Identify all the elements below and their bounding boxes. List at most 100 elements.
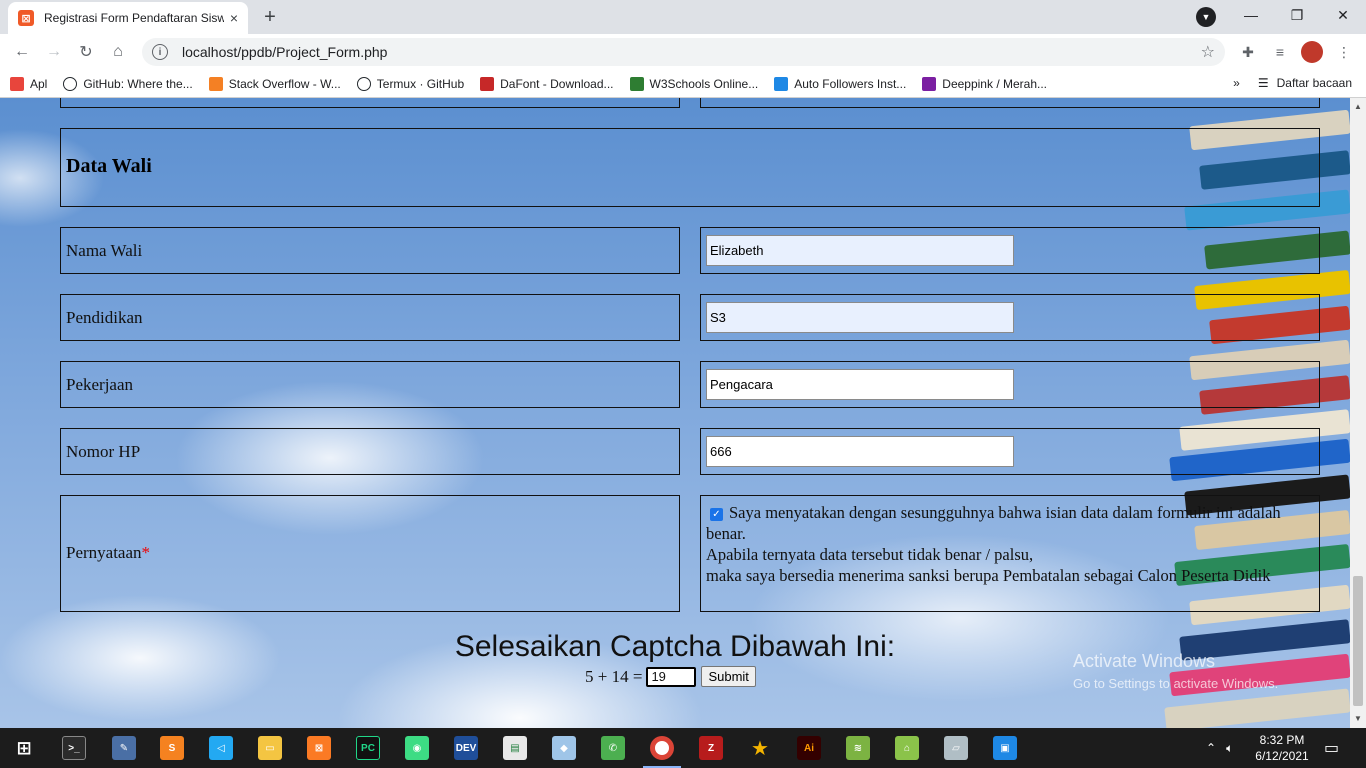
clock-time: 8:32 PM — [1259, 733, 1305, 747]
github-icon — [356, 76, 371, 91]
bookmark-item[interactable]: Stack Overflow - W... — [208, 76, 341, 91]
android-studio-app-icon[interactable]: ◉ — [405, 736, 429, 760]
page-scrollbar[interactable]: ▲ ▼ — [1350, 98, 1366, 728]
phone-app-icon[interactable]: ✆ — [601, 736, 625, 760]
scroll-up-icon[interactable]: ▲ — [1354, 102, 1362, 111]
extensions-icon[interactable]: ✚ — [1236, 40, 1260, 64]
taskbar-clock[interactable]: 8:32 PM 6/12/2021 — [1252, 732, 1312, 764]
file-explorer-app-icon[interactable]: ▭ — [258, 736, 282, 760]
pendidikan-input[interactable] — [706, 302, 1014, 333]
paint-app-icon[interactable]: ✎ — [112, 736, 136, 760]
bookmark-label: GitHub: Where the... — [83, 76, 193, 91]
forward-icon[interactable]: → — [41, 39, 67, 65]
pekerjaan-input-cell — [700, 361, 1320, 408]
media-control-icon[interactable]: ≡ — [1268, 40, 1292, 64]
nomor-hp-input[interactable] — [706, 436, 1014, 467]
close-window-icon[interactable]: ✕ — [1320, 0, 1366, 30]
w3schools-icon — [629, 76, 644, 91]
required-mark: * — [141, 543, 151, 562]
github-icon — [63, 76, 78, 91]
windows-start-icon[interactable]: ⊞ — [12, 736, 36, 760]
section-header-data-wali: Data Wali — [60, 128, 1320, 207]
nama-wali-input[interactable] — [706, 235, 1014, 266]
bookmark-item[interactable]: Auto Followers Inst... — [774, 76, 907, 91]
browser-tab[interactable]: ⊠ Registrasi Form Pendaftaran Siswa × — [8, 2, 248, 34]
terminal-app-icon[interactable]: >_ — [62, 736, 86, 760]
captcha-question: 5 + 14 = — [585, 666, 643, 686]
star-app-icon[interactable]: ★ — [748, 736, 772, 760]
chrome-app-icon[interactable] — [650, 736, 674, 760]
reload-icon[interactable]: ↻ — [73, 39, 99, 65]
menu-kebab-icon[interactable]: ⋮ — [1332, 40, 1356, 64]
pekerjaan-input[interactable] — [706, 369, 1014, 400]
submit-button[interactable]: Submit — [701, 666, 756, 687]
page-viewport: Data Wali Nama Wali Pendidikan Pekerjaan… — [0, 98, 1350, 728]
vscode-app-icon[interactable]: ◁ — [209, 736, 233, 760]
bookmark-item[interactable]: Deeppink / Merah... — [922, 76, 1047, 91]
previous-row-label-cell — [60, 98, 680, 108]
bookmark-item[interactable]: Termux · GitHub — [356, 76, 464, 91]
browser-toolbar: ← → ↻ ⌂ i localhost/ppdb/Project_Form.ph… — [0, 34, 1366, 70]
statement-line-3: maka saya bersedia menerima sanksi berup… — [706, 566, 1271, 585]
back-icon[interactable]: ← — [9, 39, 35, 65]
nama-wali-input-cell — [700, 227, 1320, 274]
apps-grid-icon — [10, 76, 24, 91]
bookmark-item[interactable]: W3Schools Online... — [629, 76, 758, 91]
tablet-app-icon[interactable]: ▱ — [944, 736, 968, 760]
filezilla-app-icon[interactable]: Z — [699, 736, 723, 760]
bookmark-item[interactable]: Apl — [10, 76, 47, 91]
more-bookmarks-icon[interactable]: » — [1233, 76, 1240, 90]
pekerjaan-label-cell: Pekerjaan — [60, 361, 680, 408]
pernyataan-label: Pernyataan* — [66, 543, 150, 563]
tray-chevron-icon[interactable]: ⌃ — [1206, 741, 1216, 755]
bookmark-item[interactable]: GitHub: Where the... — [63, 76, 193, 91]
address-bar[interactable]: i localhost/ppdb/Project_Form.php ☆ — [142, 38, 1225, 66]
virtualbox-app-icon[interactable]: ◆ — [552, 736, 576, 760]
bookmark-item[interactable]: DaFont - Download... — [480, 76, 614, 91]
profile-avatar[interactable] — [1300, 40, 1324, 64]
pendidikan-label: Pendidikan — [66, 308, 143, 327]
sublime-text-app-icon[interactable]: S — [160, 736, 184, 760]
xampp-app-icon[interactable]: ⊠ — [307, 736, 331, 760]
url-text[interactable]: localhost/ppdb/Project_Form.php — [182, 44, 387, 60]
tab-title: Registrasi Form Pendaftaran Siswa — [44, 11, 224, 25]
android-app-icon[interactable]: ⌂ — [895, 736, 919, 760]
pernyataan-label-text: Pernyataan — [66, 543, 142, 562]
bluestacks-app-icon[interactable]: ≋ — [846, 736, 870, 760]
tab-search-icon[interactable]: ▼ — [1196, 7, 1216, 27]
activate-windows-title: Activate Windows — [1073, 651, 1216, 671]
scroll-thumb[interactable] — [1353, 576, 1363, 706]
pycharm-app-icon[interactable]: PC — [356, 736, 380, 760]
bookmark-star-icon[interactable]: ☆ — [1201, 42, 1215, 62]
volume-icon[interactable]: 🔈︎ — [1226, 741, 1233, 756]
scroll-down-icon[interactable]: ▼ — [1354, 714, 1362, 723]
system-tray: ⌃ 🔈︎ — [1206, 728, 1233, 768]
captcha-answer-input[interactable]: 19 — [646, 666, 697, 687]
bookmark-label: Deeppink / Merah... — [942, 76, 1047, 91]
site-info-icon[interactable]: i — [152, 44, 168, 60]
reading-list-icon[interactable]: ☰ — [1258, 76, 1269, 90]
activate-windows-watermark: Activate Windows Go to Settings to activ… — [1073, 651, 1278, 691]
home-icon[interactable]: ⌂ — [105, 39, 131, 65]
notepad-app-icon[interactable]: ▤ — [503, 736, 527, 760]
pernyataan-content-cell: ✓ Saya menyatakan dengan sesungguhnya bah… — [700, 495, 1320, 612]
statement-text: ✓ Saya menyatakan dengan sesungguhnya bah… — [706, 502, 1296, 586]
windows-taskbar: ⊞ >_ ✎ S ◁ ▭ ⊠ PC ◉ DEV ▤ ◆ ✆ Z ★ Ai ≋ ⌂… — [0, 728, 1366, 768]
new-tab-button[interactable]: + — [256, 5, 284, 29]
nama-wali-label: Nama Wali — [66, 241, 143, 260]
devcpp-app-icon[interactable]: DEV — [454, 736, 478, 760]
minimize-icon[interactable]: — — [1228, 0, 1274, 30]
bookmark-label: Auto Followers Inst... — [794, 76, 907, 91]
illustrator-app-icon[interactable]: Ai — [797, 736, 821, 760]
notification-icon[interactable]: ▭ — [1324, 728, 1339, 768]
statement-line-1: Saya menyatakan dengan sesungguhnya bahw… — [706, 503, 1281, 543]
nama-wali-label-cell: Nama Wali — [60, 227, 680, 274]
nomor-hp-label: Nomor HP — [66, 442, 141, 461]
reading-list-label[interactable]: Daftar bacaan — [1277, 76, 1352, 90]
statement-checkbox[interactable]: ✓ — [710, 508, 723, 521]
restore-icon[interactable]: ❐ — [1274, 0, 1320, 30]
pekerjaan-label: Pekerjaan — [66, 375, 134, 394]
dafont-icon — [480, 76, 495, 91]
tab-close-icon[interactable]: × — [230, 10, 238, 26]
screenshot-app-icon[interactable]: ▣ — [993, 736, 1017, 760]
